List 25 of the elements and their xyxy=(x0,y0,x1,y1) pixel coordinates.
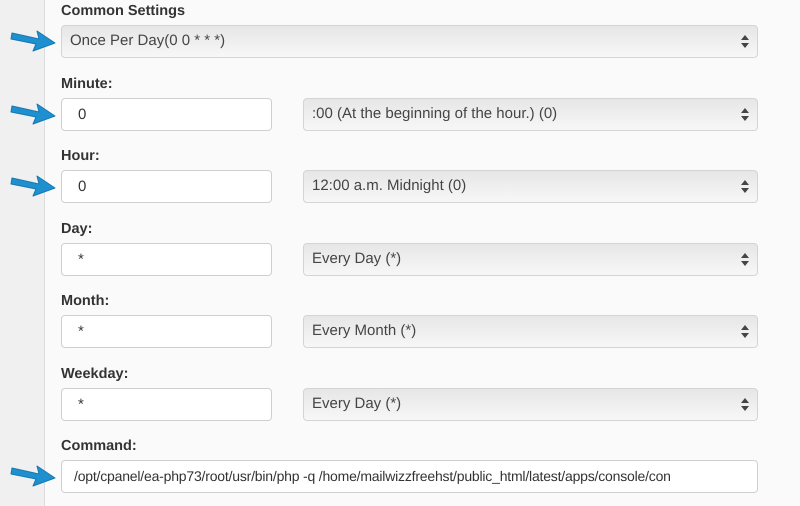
field-label: Hour: xyxy=(61,147,101,166)
dropdown-select[interactable]: Every Day (*) xyxy=(303,388,758,420)
dropdown-select[interactable]: 12:00 a.m. Midnight (0) xyxy=(303,170,758,203)
text-input[interactable]: * xyxy=(61,315,272,348)
field-label: Minute: xyxy=(61,74,114,94)
text-input[interactable]: * xyxy=(61,388,272,420)
sort-caret-icon xyxy=(741,180,749,193)
sort-caret-icon xyxy=(741,325,749,338)
field-label: Day: xyxy=(61,220,94,238)
dropdown-select[interactable]: Once Per Day(0 0 * * *) xyxy=(61,25,758,58)
field-label: Common Settings xyxy=(61,2,186,21)
dropdown-select[interactable]: Every Day (*) xyxy=(303,242,758,276)
text-input[interactable]: * xyxy=(61,242,272,276)
text-input[interactable]: 0 xyxy=(61,98,272,130)
sort-caret-icon xyxy=(741,108,749,120)
field-label: Weekday: xyxy=(61,364,130,384)
sort-caret-icon xyxy=(741,252,749,266)
text-input[interactable]: 0 xyxy=(61,170,272,203)
field-label: Command: xyxy=(61,437,138,456)
sort-caret-icon xyxy=(741,35,749,48)
dropdown-select[interactable]: :00 (At the beginning of the hour.) (0) xyxy=(303,98,758,130)
field-label: Month: xyxy=(61,292,110,311)
command-input[interactable]: /opt/cpanel/ea-php73/root/usr/bin/php -q /home/mailwizzfreehst/public_html/latest/apps/console/con xyxy=(61,460,758,493)
dropdown-select[interactable]: Every Month (*) xyxy=(303,315,758,348)
sort-caret-icon xyxy=(741,398,749,410)
